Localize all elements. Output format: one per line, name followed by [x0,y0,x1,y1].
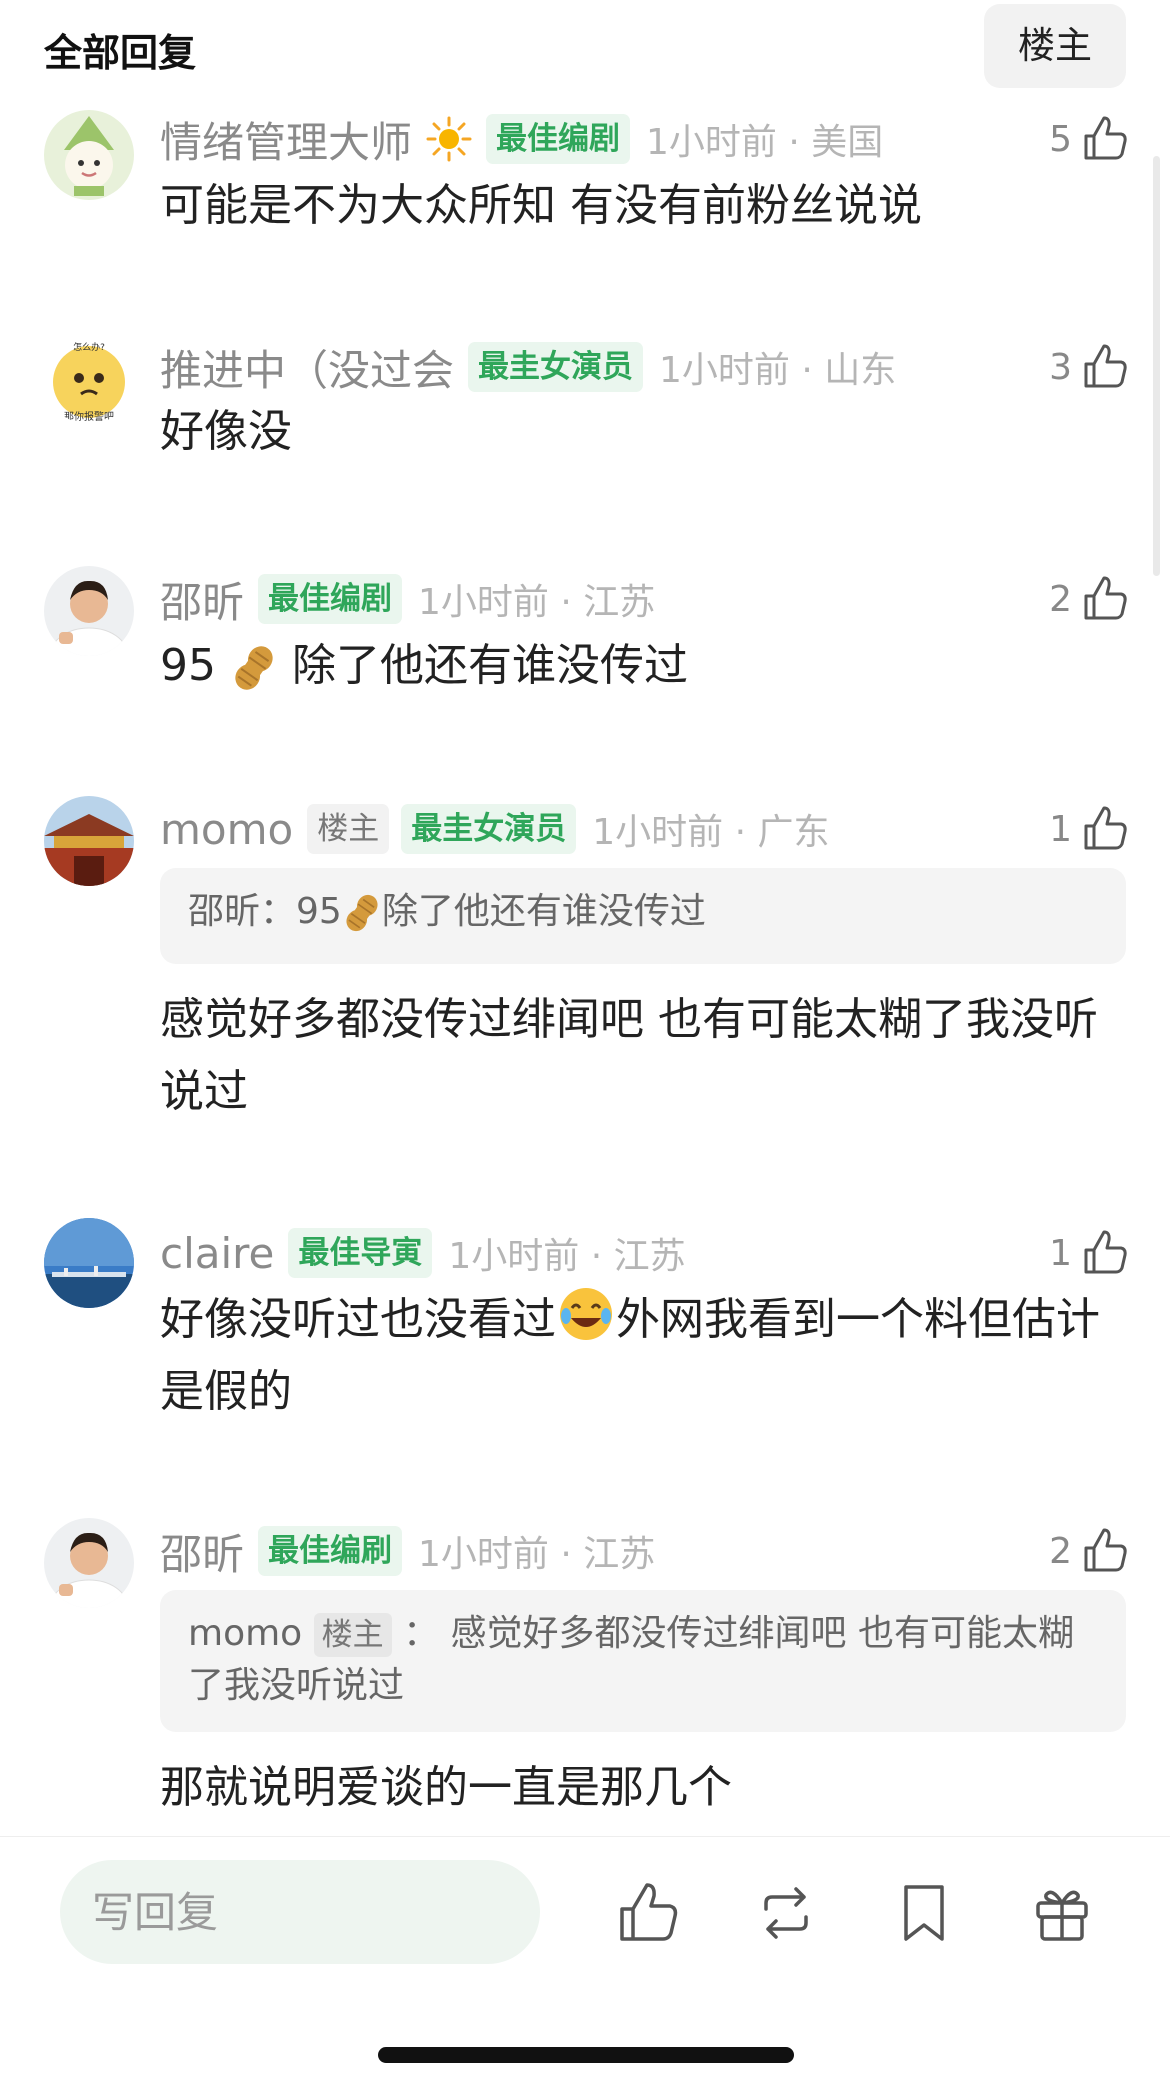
like-button[interactable]: 2 [1049,1522,1130,1580]
gift-icon[interactable] [1028,1879,1096,1947]
comment-text: 好像没 [160,406,292,457]
username[interactable]: 情绪管理大师 [160,109,412,170]
badge-tag: 最圭女演员 [401,804,577,854]
username[interactable]: momo [160,805,293,854]
avatar-caption-top: 怎么办? [73,341,105,353]
comment-text-part: 好像没听过也没看过 [160,1294,556,1345]
comment-time-location: 1小时前 · 美国 [646,122,884,163]
replies-header: 全部回复 楼主 [0,0,1170,92]
like-count: 2 [1049,578,1072,620]
quote-separator: ： [260,891,297,932]
like-button[interactable]: 2 [1049,570,1130,628]
thumbs-up-icon[interactable] [614,1879,682,1947]
home-indicator[interactable] [378,2047,794,2063]
like-count: 1 [1049,1232,1072,1274]
comment-time-location: 1小时前 · 江苏 [448,1236,686,1277]
quoted-reply[interactable]: 邵昕：95 除了他还有谁没传过 [160,868,1126,964]
like-button[interactable]: 5 [1049,110,1130,168]
comment-page: 全部回复 楼主 情绪管理大师 最佳编剧 1小时前 · 美国 5 可能是不为大众所… [0,0,1170,2085]
like-count: 3 [1049,346,1072,388]
op-badge: 楼主 [307,804,390,854]
comment-text: 感觉好多都没传过绯闻吧 也有可能太糊了我没听说过 [160,994,1098,1117]
avatar[interactable] [44,796,134,886]
badge-tag: 最圭女演员 [468,342,644,392]
op-badge: 楼主 [313,1613,392,1657]
comment-meta: 邵昕 最佳编刷 1小时前 · 江苏 [160,1522,655,1580]
like-count: 1 [1049,808,1072,850]
avatar[interactable] [44,1218,134,1308]
avatar-caption: 那你报警吧 [64,410,114,423]
username[interactable]: claire [160,1229,274,1278]
thumbs-up-icon [1084,116,1127,160]
comment-time-location: 1小时前 · 广东 [592,812,830,853]
comment-time-location: 1小时前 · 江苏 [418,582,656,623]
username[interactable]: 邵昕 [160,1521,244,1582]
quoted-author: 邵昕 [188,891,261,932]
quoted-text: 95 [296,891,342,932]
badge-tag: 最佳编剧 [258,574,403,624]
like-count: 2 [1049,1530,1072,1572]
comment-text-part: 除了他还有谁没传过 [292,640,688,691]
username[interactable]: 推进中（没过会 [160,337,454,398]
bookmark-icon[interactable] [890,1879,958,1947]
comment-meta: 邵昕 最佳编剧 1小时前 · 江苏 [160,570,655,628]
avatar[interactable] [44,1518,134,1608]
scrollbar[interactable] [1153,156,1160,576]
avatar[interactable] [44,110,134,200]
badge-tag: 最佳编剧 [486,114,631,164]
peanut-emoji-icon [235,646,273,690]
comment-time-location: 1小时前 · 江苏 [418,1534,656,1575]
badge-tag: 最佳编刷 [258,1526,403,1576]
thumbs-up-icon [1084,576,1127,620]
reply-input[interactable] [60,1860,540,1964]
comment-text: 可能是不为大众所知 有没有前粉丝说说 [160,180,922,231]
thumbs-up-icon [1084,806,1127,850]
laughing-tears-emoji-icon [560,1288,612,1340]
like-count: 5 [1049,118,1072,160]
thumbs-up-icon [1084,1528,1127,1572]
comment-meta: momo 楼主 最圭女演员 1小时前 · 广东 [160,800,829,858]
avatar[interactable] [44,566,134,656]
comment-text: 95 除了他还有谁没传过 [160,630,1120,702]
like-button[interactable]: 1 [1049,800,1130,858]
like-button[interactable]: 1 [1049,1224,1130,1282]
comment-time-location: 1小时前 · 山东 [659,350,897,391]
avatar[interactable]: 怎么办? 那你报警吧 [44,334,134,424]
quoted-text: 除了他还有谁没传过 [381,891,706,932]
badge-tag: 最佳导寅 [288,1228,433,1278]
comment-text-part: 95 [160,640,216,691]
comment-text: 那就说明爱谈的一直是那几个 [160,1762,732,1813]
thumbs-up-icon [1084,1230,1127,1274]
page-title: 全部回复 [44,31,197,75]
op-only-filter-button[interactable]: 楼主 [984,4,1126,88]
comment-meta: 推进中（没过会 最圭女演员 1小时前 · 山东 [160,338,896,396]
comment-meta: claire 最佳导寅 1小时前 · 江苏 [160,1224,686,1282]
comment-text: 好像没听过也没看过 外网我看到一个料但估计是假的 [160,1284,1120,1428]
repost-icon[interactable] [752,1879,820,1947]
quoted-reply[interactable]: momo 楼主 ： 感觉好多都没传过绯闻吧 也有可能太糊了我没听说过 [160,1590,1126,1732]
sun-icon [426,116,472,162]
comment-meta: 情绪管理大师 最佳编剧 1小时前 · 美国 [160,110,883,168]
quote-separator: ： [391,1613,451,1654]
bottom-action-bar [0,1836,1170,2085]
username[interactable]: 邵昕 [160,569,244,630]
quoted-author: momo [188,1613,303,1654]
thumbs-up-icon [1084,344,1127,388]
peanut-emoji-icon [346,894,378,932]
like-button[interactable]: 3 [1049,338,1130,396]
